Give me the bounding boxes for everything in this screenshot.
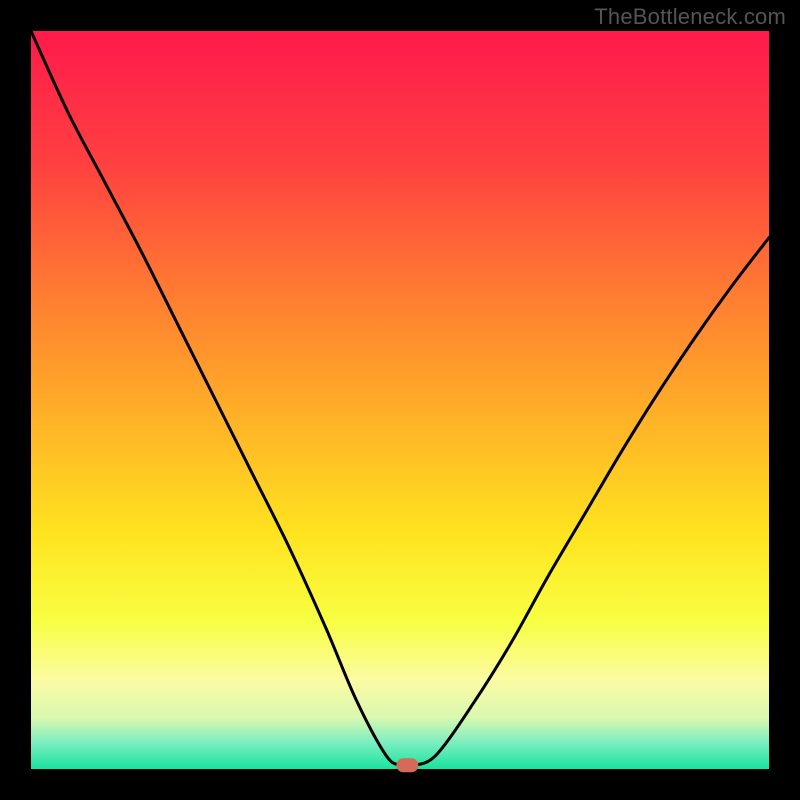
watermark-text: TheBottleneck.com (594, 4, 786, 30)
plot-background (31, 31, 769, 769)
bottleneck-chart (0, 0, 800, 800)
optimal-marker (396, 758, 418, 772)
chart-frame: TheBottleneck.com (0, 0, 800, 800)
